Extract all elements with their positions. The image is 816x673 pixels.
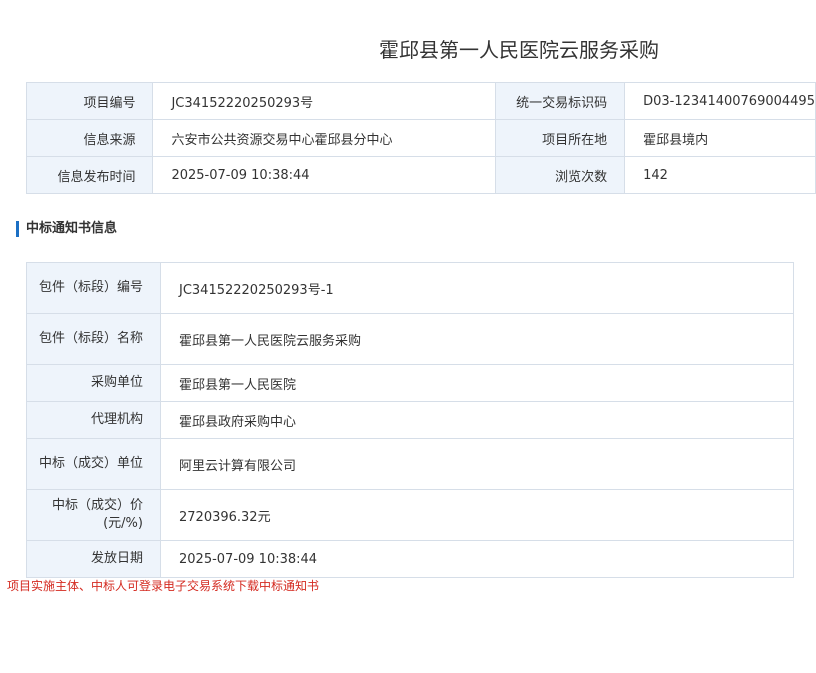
section-heading: 中标通知书信息 [16, 220, 117, 238]
package-no-value: JC34152220250293号-1 [160, 262, 794, 314]
project-no-label: 项目编号 [25, 82, 154, 120]
winner-value: 阿里云计算有限公司 [160, 438, 794, 490]
page-title: 霍邱县第一人民医院云服务采购 [379, 38, 659, 62]
issue-date-label: 发放日期 [26, 540, 161, 578]
project-no-value: JC34152220250293号 [152, 82, 497, 120]
views-value: 142 [624, 156, 816, 194]
purchaser-value: 霍邱县第一人民医院 [160, 364, 794, 402]
award-price-value: 2720396.32元 [160, 489, 794, 541]
project-info-row: 项目编号 JC34152220250293号 统一交易标识码 D03-12341… [25, 82, 816, 120]
package-name-label: 包件（标段）名称 [26, 313, 161, 365]
trade-code-value: D03-12341400769004495 [624, 82, 816, 120]
issue-date-value: 2025-07-09 10:38:44 [160, 540, 794, 578]
location-value: 霍邱县境内 [624, 119, 816, 157]
section-accent-bar [16, 221, 19, 237]
award-price-label: 中标（成交）价(元/%) [26, 489, 161, 541]
purchaser-label: 采购单位 [26, 364, 161, 402]
notice-row: 代理机构 霍邱县政府采购中心 [26, 401, 794, 439]
project-info-table: 项目编号 JC34152220250293号 统一交易标识码 D03-12341… [25, 82, 816, 194]
award-notice-table: 包件（标段）编号 JC34152220250293号-1 包件（标段）名称 霍邱… [26, 262, 794, 578]
source-label: 信息来源 [25, 119, 154, 157]
notice-row: 包件（标段）编号 JC34152220250293号-1 [26, 262, 794, 314]
notice-row: 发放日期 2025-07-09 10:38:44 [26, 540, 794, 578]
notice-row: 中标（成交）单位 阿里云计算有限公司 [26, 438, 794, 490]
agency-label: 代理机构 [26, 401, 161, 439]
winner-label: 中标（成交）单位 [26, 438, 161, 490]
package-no-label: 包件（标段）编号 [26, 262, 161, 314]
notice-page: 霍邱县第一人民医院云服务采购 项目编号 JC34152220250293号 统一… [0, 0, 816, 673]
agency-value: 霍邱县政府采购中心 [160, 401, 794, 439]
notice-row: 中标（成交）价(元/%) 2720396.32元 [26, 489, 794, 541]
notice-row: 采购单位 霍邱县第一人民医院 [26, 364, 794, 402]
project-info-row: 信息来源 六安市公共资源交易中心霍邱县分中心 项目所在地 霍邱县境内 [25, 119, 816, 157]
section-title: 中标通知书信息 [26, 221, 118, 236]
views-label: 浏览次数 [495, 156, 626, 194]
location-label: 项目所在地 [495, 119, 626, 157]
publish-time-label: 信息发布时间 [25, 156, 154, 194]
download-hint: 项目实施主体、中标人可登录电子交易系统下载中标通知书 [7, 579, 320, 593]
package-name-value: 霍邱县第一人民医院云服务采购 [160, 313, 794, 365]
source-value: 六安市公共资源交易中心霍邱县分中心 [152, 119, 497, 157]
project-info-row: 信息发布时间 2025-07-09 10:38:44 浏览次数 142 [25, 156, 816, 194]
notice-row: 包件（标段）名称 霍邱县第一人民医院云服务采购 [26, 313, 794, 365]
publish-time-value: 2025-07-09 10:38:44 [152, 156, 497, 194]
trade-code-label: 统一交易标识码 [495, 82, 626, 120]
page-title-bar: 霍邱县第一人民医院云服务采购 [0, 34, 816, 66]
